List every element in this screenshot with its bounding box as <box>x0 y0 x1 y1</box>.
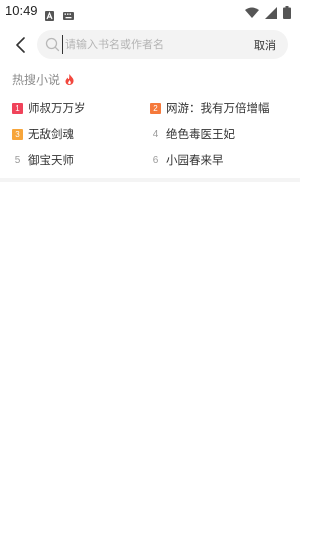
search-icon <box>45 37 60 52</box>
hot-search-name: 网游：我有万倍增幅 <box>166 101 270 115</box>
rank-badge: 3 <box>12 128 23 140</box>
rank-number: 4 <box>152 128 159 140</box>
hot-search-item[interactable]: 5 御宝天师 <box>12 150 74 170</box>
hot-search-name: 师叔万万岁 <box>28 101 86 115</box>
hot-search-name: 御宝天师 <box>28 153 74 167</box>
hot-search-item[interactable]: 4 绝色毒医王妃 <box>150 124 235 144</box>
back-button[interactable] <box>12 36 30 54</box>
hot-search-name: 无敌剑魂 <box>28 127 74 141</box>
flame-icon <box>65 74 74 85</box>
rank-number: 6 <box>152 154 159 166</box>
keyboard-icon <box>63 6 74 25</box>
cellular-signal-icon <box>265 4 277 23</box>
rank-badge: 2 <box>150 102 161 114</box>
hot-search-item[interactable]: 1 师叔万万岁 <box>12 98 86 118</box>
hot-search-name: 小园春来早 <box>166 153 224 167</box>
status-notification-icons <box>45 6 74 25</box>
wifi-icon <box>245 4 259 23</box>
hot-search-item[interactable]: 6 小园春来早 <box>150 150 224 170</box>
status-system-icons <box>245 4 291 23</box>
rank-badge: 1 <box>12 102 23 114</box>
section-divider <box>0 178 300 182</box>
search-box[interactable]: 取消 <box>37 30 288 59</box>
hot-search-item[interactable]: 3 无敌剑魂 <box>12 124 74 144</box>
status-bar: 10:49 <box>0 0 300 24</box>
hot-search-header: 热搜小说 <box>12 71 74 88</box>
back-arrow-icon <box>16 37 25 53</box>
hot-search-title: 热搜小说 <box>12 73 61 87</box>
search-input[interactable] <box>62 35 242 54</box>
search-bar: 取消 <box>0 30 300 60</box>
cancel-button[interactable]: 取消 <box>254 37 276 53</box>
rank-number: 5 <box>14 154 21 166</box>
a-notification-icon <box>45 6 54 25</box>
battery-icon <box>283 4 291 23</box>
status-time: 10:49 <box>5 3 38 18</box>
hot-search-name: 绝色毒医王妃 <box>166 127 235 141</box>
hot-search-item[interactable]: 2 网游：我有万倍增幅 <box>150 98 270 118</box>
